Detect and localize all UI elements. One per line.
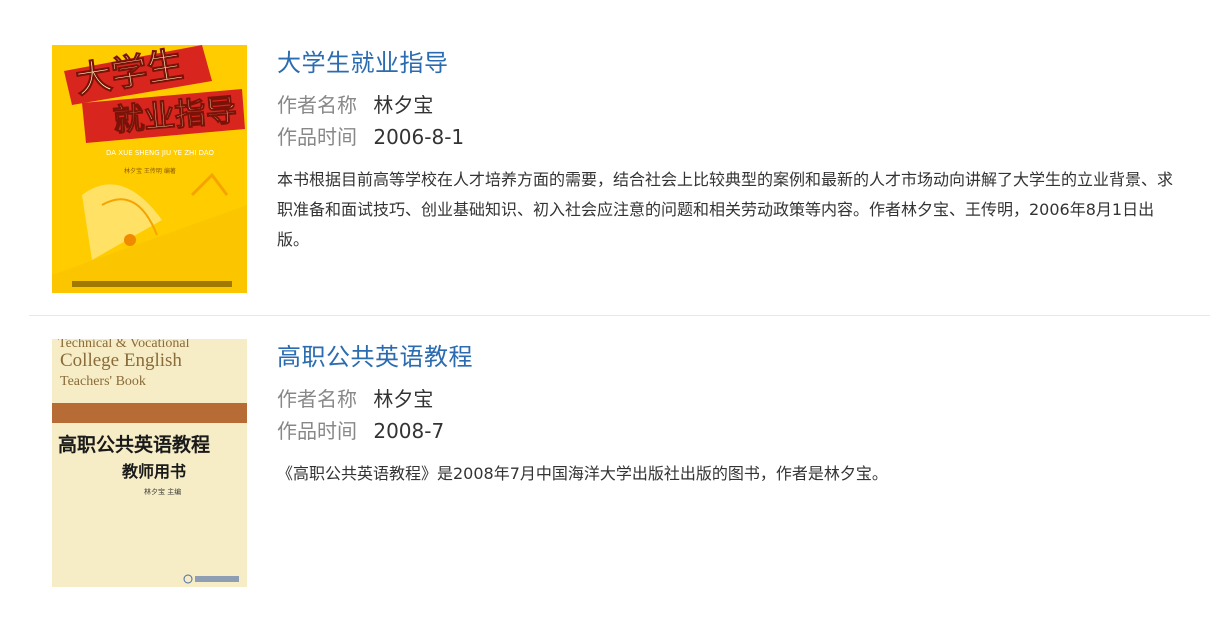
book-description: 本书根据目前高等学校在人才培养方面的需要，结合社会上比较典型的案例和最新的人才市… (277, 170, 1174, 249)
book-title-link[interactable]: 高职公共英语教程 (277, 339, 1182, 375)
book-item: Technical & Vocational College English T… (0, 316, 1222, 627)
date-row: 作品时间 2006-8-1 (277, 121, 1182, 153)
book-cover-art: Technical & Vocational College English T… (52, 339, 247, 587)
book-title-link[interactable]: 大学生就业指导 (277, 45, 1182, 81)
date-row: 作品时间 2008-7 (277, 415, 1182, 447)
author-label: 作者名称 (277, 387, 357, 411)
author-label: 作者名称 (277, 93, 357, 117)
author-row: 作者名称 林夕宝 (277, 383, 1182, 415)
book-cover-art: 大学生 就业指导 DA XUE SHENG JIU YE ZHI DAO 林夕宝… (52, 45, 247, 293)
date-label: 作品时间 (277, 419, 357, 443)
cover-editor: 林夕宝 主编 (144, 487, 181, 496)
book-list: 大学生 就业指导 DA XUE SHENG JIU YE ZHI DAO 林夕宝… (0, 0, 1222, 627)
date-value: 2008-7 (373, 419, 445, 443)
cover-en-line2: College English (60, 350, 182, 371)
cover-en-line3: Teachers' Book (60, 374, 146, 389)
book-cover-image[interactable]: 大学生 就业指导 DA XUE SHENG JIU YE ZHI DAO 林夕宝… (52, 45, 247, 293)
cover-cn-subtitle: 教师用书 (122, 462, 186, 481)
book-cover-image[interactable]: Technical & Vocational College English T… (52, 339, 247, 587)
author-value: 林夕宝 (373, 387, 434, 411)
date-value: 2006-8-1 (373, 125, 465, 149)
cover-pinyin: DA XUE SHENG JIU YE ZHI DAO (106, 149, 215, 157)
book-description: 《高职公共英语教程》是2008年7月中国海洋大学出版社出版的图书，作者是林夕宝。 (277, 464, 888, 483)
author-value: 林夕宝 (373, 93, 434, 117)
author-row: 作者名称 林夕宝 (277, 89, 1182, 121)
book-info: 高职公共英语教程 作者名称 林夕宝 作品时间 2008-7 《高职公共英语教程》… (277, 339, 1182, 489)
date-label: 作品时间 (277, 125, 357, 149)
cover-cn-title: 高职公共英语教程 (58, 433, 210, 456)
book-item: 大学生 就业指导 DA XUE SHENG JIU YE ZHI DAO 林夕宝… (0, 0, 1222, 316)
cover-authors: 林夕宝 王传明 编著 (124, 167, 176, 175)
book-info: 大学生就业指导 作者名称 林夕宝 作品时间 2006-8-1 本书根据目前高等学… (277, 45, 1182, 255)
